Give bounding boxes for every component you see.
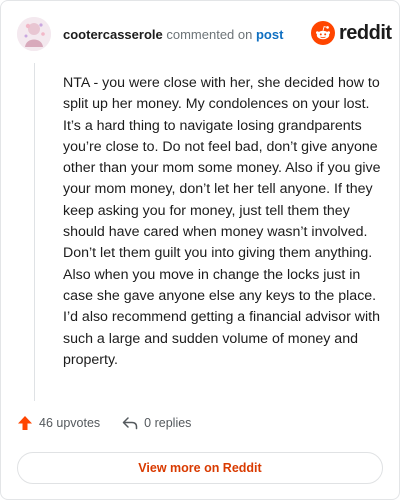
reply-arrow-icon [122, 417, 138, 430]
reply-count: 0 replies [144, 416, 192, 430]
post-link[interactable]: post [256, 27, 283, 42]
thread-line [34, 63, 35, 401]
avatar[interactable] [17, 17, 51, 51]
comment-body: NTA - you were close with her, she decid… [63, 75, 381, 368]
reply-button[interactable]: 0 replies [122, 416, 191, 430]
avatar-icon [17, 17, 51, 51]
username-link[interactable]: cootercasserole [63, 27, 163, 42]
view-more-button[interactable]: View more on Reddit [17, 452, 383, 484]
comment-header: cootercasserole commented on post [63, 27, 283, 42]
comment-card: cootercasserole commented on post reddit… [0, 0, 400, 500]
reddit-wordmark: reddit [339, 21, 392, 44]
upvote-button[interactable]: 46 upvotes [17, 415, 100, 431]
reddit-logo[interactable]: reddit [311, 21, 392, 45]
upvote-count: 46 upvotes [39, 416, 101, 430]
upvote-arrow-icon [18, 416, 32, 430]
reddit-snoo-icon [311, 21, 335, 45]
commented-on-label: commented on [166, 27, 253, 42]
comment-actions: 46 upvotes 0 replies [17, 415, 191, 431]
